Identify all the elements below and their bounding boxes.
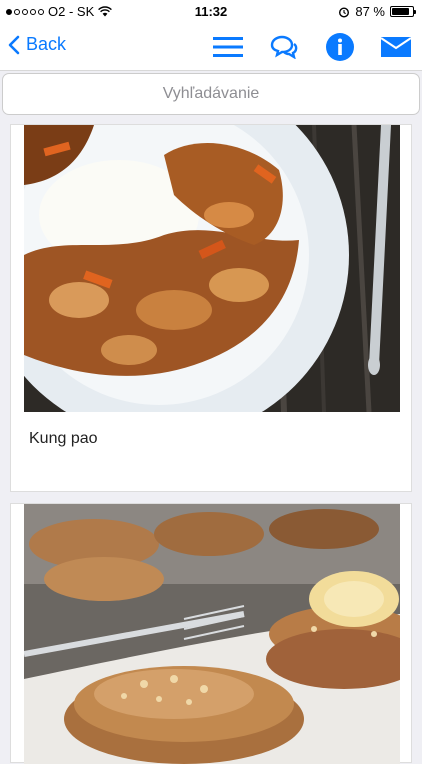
recipe-title: Kung pao	[29, 430, 98, 447]
battery-icon	[390, 6, 416, 17]
chat-icon[interactable]	[268, 32, 300, 62]
mail-icon[interactable]	[380, 32, 412, 62]
recipe-card[interactable]	[10, 503, 412, 764]
navigation-bar: Back	[0, 24, 422, 71]
recipe-card[interactable]: Kung pao	[10, 124, 412, 492]
status-bar: O2 - SK 11:32 87 %	[0, 0, 422, 24]
kung-pao-image	[24, 125, 400, 412]
info-icon[interactable]	[324, 32, 356, 62]
battery-percent: 87 %	[355, 4, 385, 19]
back-button[interactable]: Back	[8, 34, 66, 55]
search-input[interactable]: Vyhľadávanie	[2, 73, 420, 115]
status-right: 87 %	[338, 4, 416, 19]
menu-icon[interactable]	[212, 32, 244, 62]
chevron-left-icon	[8, 35, 20, 54]
search-placeholder: Vyhľadávanie	[162, 85, 260, 102]
pancakes-image	[24, 504, 400, 764]
alarm-icon	[339, 6, 350, 18]
back-label: Back	[26, 34, 67, 54]
nav-actions	[212, 32, 412, 62]
